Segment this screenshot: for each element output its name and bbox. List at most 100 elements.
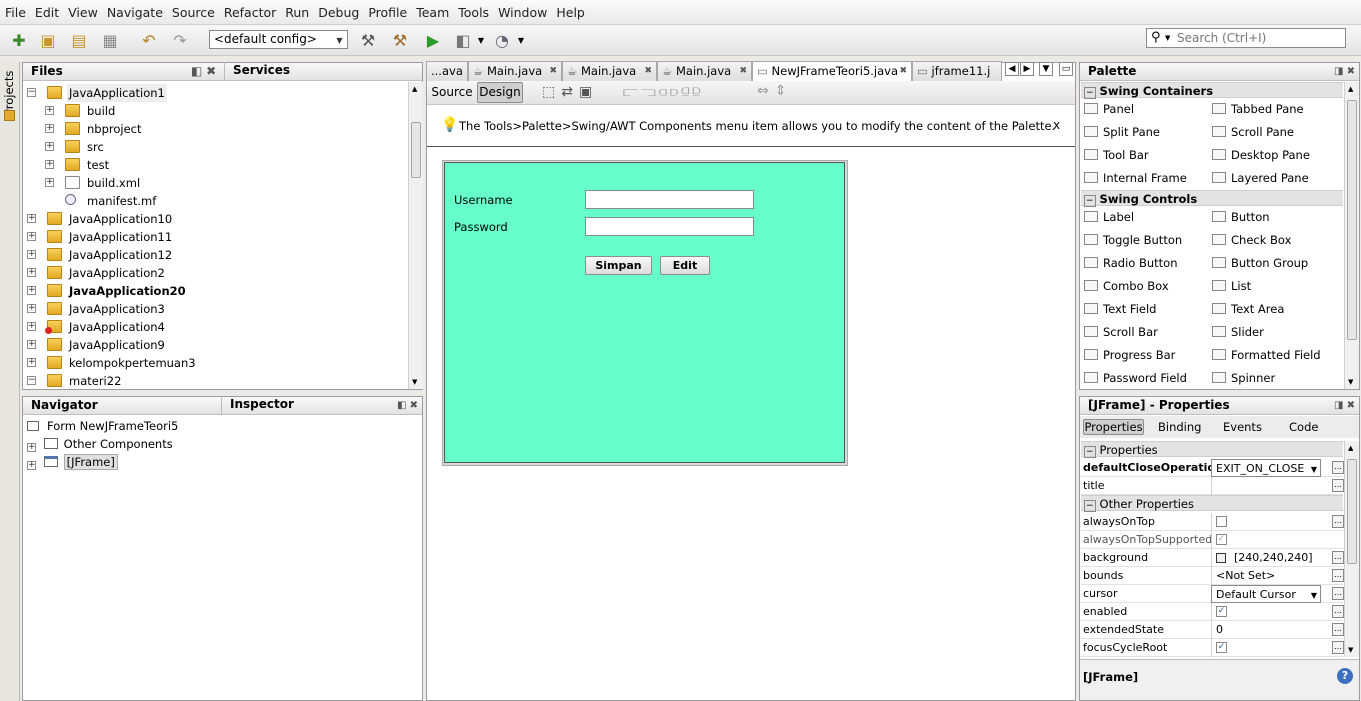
expand-icon[interactable]: + [45, 178, 54, 187]
scroll-down-icon[interactable]: ▼ [1348, 378, 1353, 386]
expand-icon[interactable]: + [27, 232, 36, 241]
file-tree-row[interactable]: − JavaApplication1 [23, 84, 403, 102]
editor-tab[interactable]: ▭ NewJFrameTeori5.java ✖ [752, 61, 912, 82]
tab-binding[interactable]: Binding [1158, 420, 1201, 434]
property-value-cell[interactable] [1211, 513, 1343, 531]
property-row[interactable]: bounds <Not Set>… [1081, 567, 1344, 585]
expand-icon[interactable]: + [27, 286, 36, 295]
palette-control-item[interactable]: Toggle Button [1084, 229, 1182, 251]
collapse-icon[interactable]: − [27, 376, 36, 385]
menu-source[interactable]: Source [169, 5, 221, 20]
palette-container-item[interactable]: Desktop Pane [1212, 144, 1310, 166]
file-tree-row[interactable]: + nbproject [23, 120, 403, 138]
expand-icon[interactable]: + [45, 160, 54, 169]
file-tree-row[interactable]: + JavaApplication4 [23, 318, 403, 336]
menu-navigate[interactable]: Navigate [104, 5, 169, 20]
palette-control-item[interactable]: Label [1084, 206, 1134, 228]
property-checkbox[interactable]: ✓ [1216, 606, 1227, 617]
property-editor-button[interactable]: … [1332, 515, 1344, 528]
profile-icon[interactable]: ◔ [490, 28, 514, 52]
properties-section[interactable]: − Properties [1081, 441, 1343, 458]
form-canvas[interactable]: Username Password Simpan Edit [444, 162, 845, 463]
expand-icon[interactable]: + [27, 443, 36, 452]
property-row[interactable]: alwaysOnTop… [1081, 513, 1344, 531]
collapse-icon[interactable]: − [1084, 446, 1096, 458]
scroll-thumb[interactable] [1347, 459, 1357, 564]
menu-team[interactable]: Team [413, 5, 455, 20]
palette-control-item[interactable]: Button [1212, 206, 1270, 228]
palette-control-item[interactable]: Progress Bar [1084, 344, 1175, 366]
property-value-cell[interactable]: ✓ [1211, 531, 1343, 549]
file-tree-row[interactable]: − materi22 [23, 372, 403, 390]
hint-close-button[interactable]: x [1053, 118, 1060, 132]
debug-icon[interactable]: ◧ [451, 28, 475, 52]
close-icon[interactable]: ✖ [549, 62, 557, 81]
inspector-tab[interactable]: Inspector [221, 396, 421, 414]
menu-debug[interactable]: Debug [315, 5, 365, 20]
swing-controls-section[interactable]: − Swing Controls [1081, 190, 1343, 207]
edit-button[interactable]: Edit [660, 256, 710, 275]
file-tree-row[interactable]: + build [23, 102, 403, 120]
expand-icon[interactable]: + [45, 124, 54, 133]
editor-tab[interactable]: ☕ Main.java ✖ [657, 61, 752, 81]
palette-control-item[interactable]: Button Group [1212, 252, 1308, 274]
expand-icon[interactable]: + [27, 461, 36, 470]
new-file-icon[interactable]: ✚ [7, 28, 31, 52]
expand-icon[interactable]: + [27, 250, 36, 259]
clean-build-icon[interactable]: ⚒ [388, 28, 412, 52]
expand-icon[interactable]: + [45, 142, 54, 151]
file-tree-row[interactable]: + JavaApplication3 [23, 300, 403, 318]
menu-file[interactable]: File [2, 5, 32, 20]
property-editor-button[interactable]: … [1332, 551, 1344, 564]
palette-control-item[interactable]: Scroll Bar [1084, 321, 1158, 343]
expand-icon[interactable]: + [27, 340, 36, 349]
tab-properties[interactable]: Properties [1083, 419, 1144, 435]
palette-container-item[interactable]: Tabbed Pane [1212, 98, 1304, 120]
source-button[interactable]: Source [430, 83, 474, 102]
editor-tab[interactable]: ▭ jframe11.j [912, 61, 1002, 81]
undo-icon[interactable]: ↶ [137, 28, 161, 52]
selection-tools-icons[interactable]: ⬚⇄▣ [542, 84, 598, 100]
collapse-icon[interactable]: − [1084, 500, 1096, 512]
menu-profile[interactable]: Profile [365, 5, 413, 20]
nav-jframe-node[interactable]: + [JFrame] [27, 453, 118, 471]
minimize-icon[interactable]: ◧ ✖ [397, 397, 418, 414]
scroll-thumb[interactable] [411, 122, 421, 178]
palette-control-item[interactable]: List [1212, 275, 1251, 297]
resize-tools-icons[interactable]: ⇔⇕ [757, 83, 792, 99]
expand-icon[interactable]: + [27, 322, 36, 331]
property-editor-button[interactable]: … [1332, 605, 1344, 618]
other-properties-section[interactable]: − Other Properties [1081, 495, 1343, 512]
palette-container-item[interactable]: Tool Bar [1084, 144, 1149, 166]
menu-run[interactable]: Run [282, 5, 315, 20]
minimize-icon[interactable]: ◨ ✖ [1334, 63, 1355, 80]
editor-tab[interactable]: ☕ Main.java ✖ [468, 61, 562, 81]
property-checkbox[interactable]: ✓ [1216, 642, 1227, 653]
files-scrollbar[interactable]: ▲ ▼ [408, 82, 423, 389]
simpan-button[interactable]: Simpan [585, 256, 652, 275]
minimize-icon[interactable]: ◨ ✖ [1334, 397, 1355, 414]
chevron-down-icon[interactable]: ▼ [516, 28, 526, 52]
scroll-up-icon[interactable]: ▲ [412, 85, 417, 93]
file-tree-row[interactable]: + kelompokpertemuan3 [23, 354, 403, 372]
palette-scrollbar[interactable]: ▲ ▼ [1344, 82, 1359, 389]
file-tree-row[interactable]: + build.xml [23, 174, 403, 192]
nav-form-node[interactable]: Form NewJFrameTeori5 [27, 417, 178, 435]
property-row[interactable]: title… [1081, 477, 1344, 495]
scroll-up-icon[interactable]: ▲ [1348, 85, 1353, 93]
palette-control-item[interactable]: Text Area [1212, 298, 1284, 320]
file-tree-row[interactable]: + src [23, 138, 403, 156]
scroll-right-icon[interactable]: ▶ [1020, 62, 1034, 76]
property-row[interactable]: defaultCloseOperation EXIT_ON_CLOSE ▼… [1081, 459, 1344, 477]
palette-control-item[interactable]: Radio Button [1084, 252, 1178, 274]
new-project-icon[interactable]: ▣ [36, 28, 60, 52]
palette-control-item[interactable]: Text Field [1084, 298, 1156, 320]
file-tree-row[interactable]: + JavaApplication2 [23, 264, 403, 282]
expand-icon[interactable]: + [45, 106, 54, 115]
scroll-up-icon[interactable]: ▲ [1348, 444, 1353, 452]
tab-events[interactable]: Events [1223, 420, 1262, 434]
menu-tools[interactable]: Tools [455, 5, 495, 20]
expand-icon[interactable]: + [27, 268, 36, 277]
expand-icon[interactable]: + [27, 304, 36, 313]
menu-edit[interactable]: Edit [32, 5, 65, 20]
